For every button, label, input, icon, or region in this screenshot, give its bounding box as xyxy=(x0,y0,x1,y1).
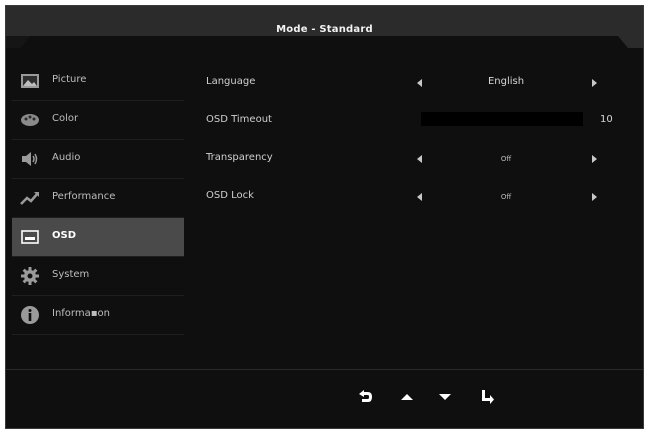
sidebar-item-osd[interactable]: OSD xyxy=(12,218,184,257)
up-icon[interactable] xyxy=(398,388,416,406)
language-value: English xyxy=(487,76,525,87)
arrow-right-icon[interactable] xyxy=(592,79,597,87)
arrow-left-icon[interactable] xyxy=(417,79,422,87)
arrow-right-icon[interactable] xyxy=(592,193,597,201)
sidebar-item-color[interactable]: Color xyxy=(12,101,184,140)
arrow-right-icon[interactable] xyxy=(592,155,597,163)
sidebar-item-label: System xyxy=(52,269,90,280)
setting-transparency[interactable]: Transparency Off xyxy=(206,142,626,180)
down-icon[interactable] xyxy=(436,388,454,406)
osd-timeout-label: OSD Timeout xyxy=(206,114,272,125)
enter-icon[interactable] xyxy=(478,388,496,406)
transparency-label: Transparency xyxy=(206,152,273,163)
osd-icon xyxy=(21,230,39,244)
sidebar-item-picture[interactable]: Picture xyxy=(12,62,184,101)
sidebar-item-performance[interactable]: Performance xyxy=(12,179,184,218)
sidebar-item-system[interactable]: System xyxy=(12,257,184,296)
setting-osd-timeout[interactable]: OSD Timeout 10 xyxy=(206,104,626,142)
speaker-icon xyxy=(22,152,38,166)
osd-settings: Language English OSD Timeout 10 Transpar… xyxy=(206,66,626,218)
sidebar-item-label: OSD xyxy=(52,230,77,241)
sidebar-item-label: Audio xyxy=(52,152,81,163)
gear-icon xyxy=(21,267,39,285)
sidebar-item-audio[interactable]: Audio xyxy=(12,140,184,179)
sidebar-item-label: Informa▪on xyxy=(52,308,110,319)
palette-icon xyxy=(21,114,39,126)
sidebar: Picture Color Audio Performance OSD Syst… xyxy=(12,62,184,335)
picture-icon xyxy=(21,74,39,88)
osd-lock-label: OSD Lock xyxy=(206,190,254,201)
transparency-value: Off xyxy=(500,155,512,163)
footer-nav xyxy=(6,369,643,428)
sidebar-item-label: Performance xyxy=(52,191,116,202)
osd-lock-value: Off xyxy=(500,193,512,201)
arrow-left-icon[interactable] xyxy=(417,193,422,201)
trend-up-icon xyxy=(20,192,39,205)
info-icon xyxy=(21,306,39,324)
header-title: Mode - Standard xyxy=(276,24,373,35)
osd-menu: Mode - Standard Picture Color Audio Perf… xyxy=(5,5,644,429)
osd-timeout-value: 10 xyxy=(600,114,613,125)
language-label: Language xyxy=(206,76,256,87)
sidebar-item-information[interactable]: Informa▪on xyxy=(12,296,184,335)
return-icon[interactable] xyxy=(356,388,374,406)
sidebar-item-label: Picture xyxy=(52,74,87,85)
osd-timeout-slider[interactable] xyxy=(421,112,583,126)
arrow-left-icon[interactable] xyxy=(417,155,422,163)
setting-osd-lock[interactable]: OSD Lock Off xyxy=(206,180,626,218)
setting-language[interactable]: Language English xyxy=(206,66,626,104)
header: Mode - Standard xyxy=(6,6,643,59)
sidebar-item-label: Color xyxy=(52,113,79,124)
